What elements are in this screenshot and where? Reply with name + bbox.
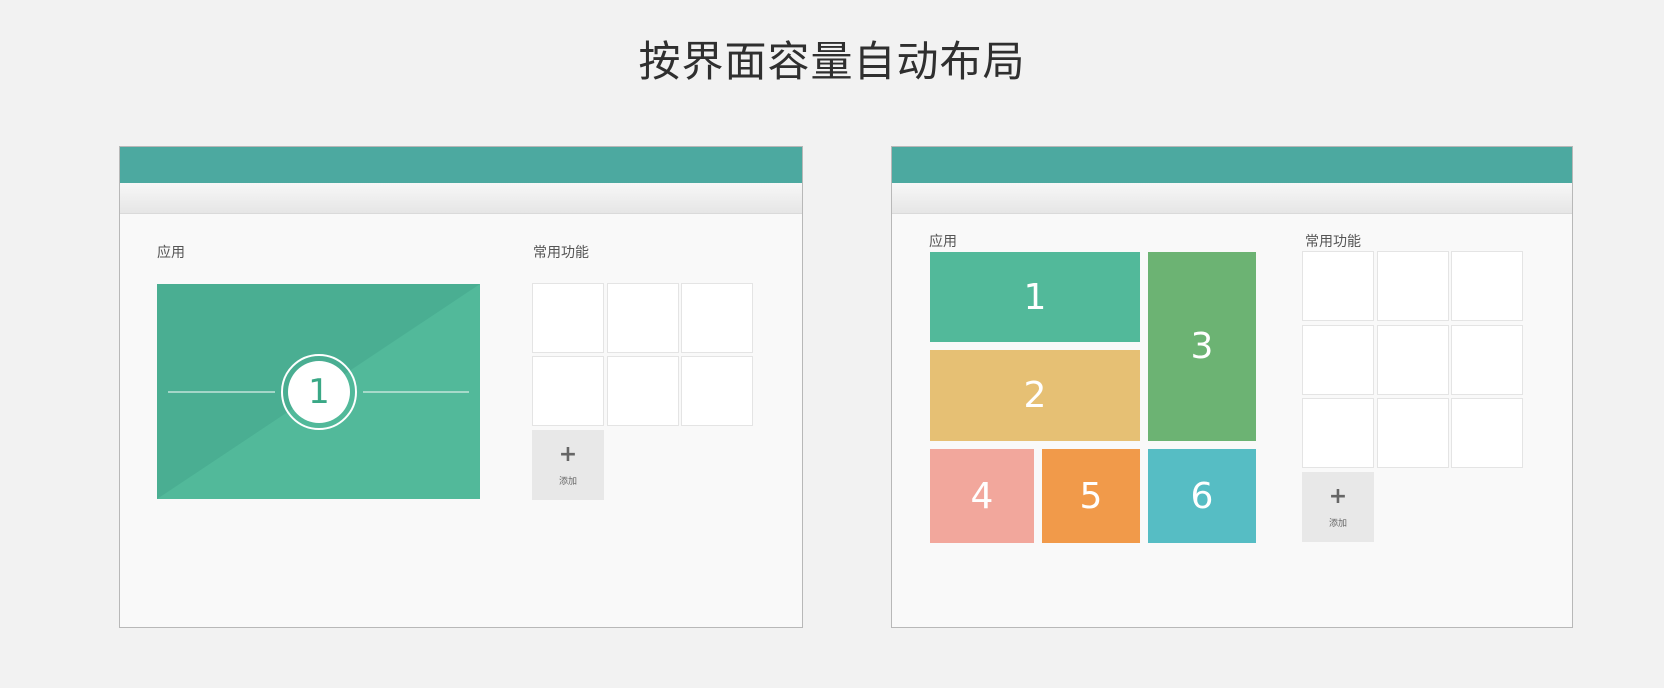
- add-label: 添加: [558, 477, 577, 487]
- common-function-slot[interactable]: [1377, 251, 1449, 321]
- common-function-slot[interactable]: [681, 356, 753, 426]
- page-title: 按界面容量自动布局: [638, 37, 1026, 86]
- common-function-slot[interactable]: [1451, 325, 1523, 395]
- add-label: 添加: [1328, 519, 1347, 529]
- common-function-slot[interactable]: [1377, 325, 1449, 395]
- app-block-1[interactable]: 1: [930, 252, 1140, 342]
- app-block-4[interactable]: 4: [930, 449, 1034, 543]
- common-function-slot[interactable]: [1451, 251, 1523, 321]
- common-function-slot[interactable]: [1302, 251, 1374, 321]
- window-toolbar: [120, 183, 802, 214]
- app-block-2[interactable]: 2: [930, 350, 1140, 441]
- common-functions-label: 常用功能: [533, 245, 589, 261]
- apps-section-label: 应用: [929, 234, 957, 250]
- common-function-slot[interactable]: [607, 283, 679, 353]
- app-block-3[interactable]: 3: [1148, 252, 1256, 441]
- common-function-slot[interactable]: [1451, 398, 1523, 468]
- common-function-slot[interactable]: [607, 356, 679, 426]
- add-function-button[interactable]: + 添加: [1302, 472, 1374, 542]
- apps-section-label: 应用: [157, 245, 185, 261]
- window-titlebar: [892, 147, 1572, 183]
- app-block-6[interactable]: 6: [1148, 449, 1256, 543]
- hero-number: 1: [308, 372, 330, 412]
- common-function-slot[interactable]: [532, 283, 604, 353]
- window-titlebar: [120, 147, 802, 183]
- left-window-mockup: 应用 常用功能 1 + 添加: [119, 146, 803, 628]
- add-function-button[interactable]: + 添加: [532, 430, 604, 500]
- common-function-slot[interactable]: [1302, 398, 1374, 468]
- common-function-slot[interactable]: [681, 283, 753, 353]
- hero-app-tile[interactable]: 1: [157, 284, 480, 499]
- common-function-slot[interactable]: [1377, 398, 1449, 468]
- window-toolbar: [892, 183, 1572, 214]
- plus-icon: +: [1328, 484, 1348, 509]
- app-block-5[interactable]: 5: [1042, 449, 1140, 543]
- common-functions-label: 常用功能: [1305, 234, 1361, 250]
- plus-icon: +: [558, 442, 578, 467]
- common-function-slot[interactable]: [532, 356, 604, 426]
- right-window-mockup: 应用 常用功能 1 2 3 4 5 6 + 添加: [891, 146, 1573, 628]
- common-function-slot[interactable]: [1302, 325, 1374, 395]
